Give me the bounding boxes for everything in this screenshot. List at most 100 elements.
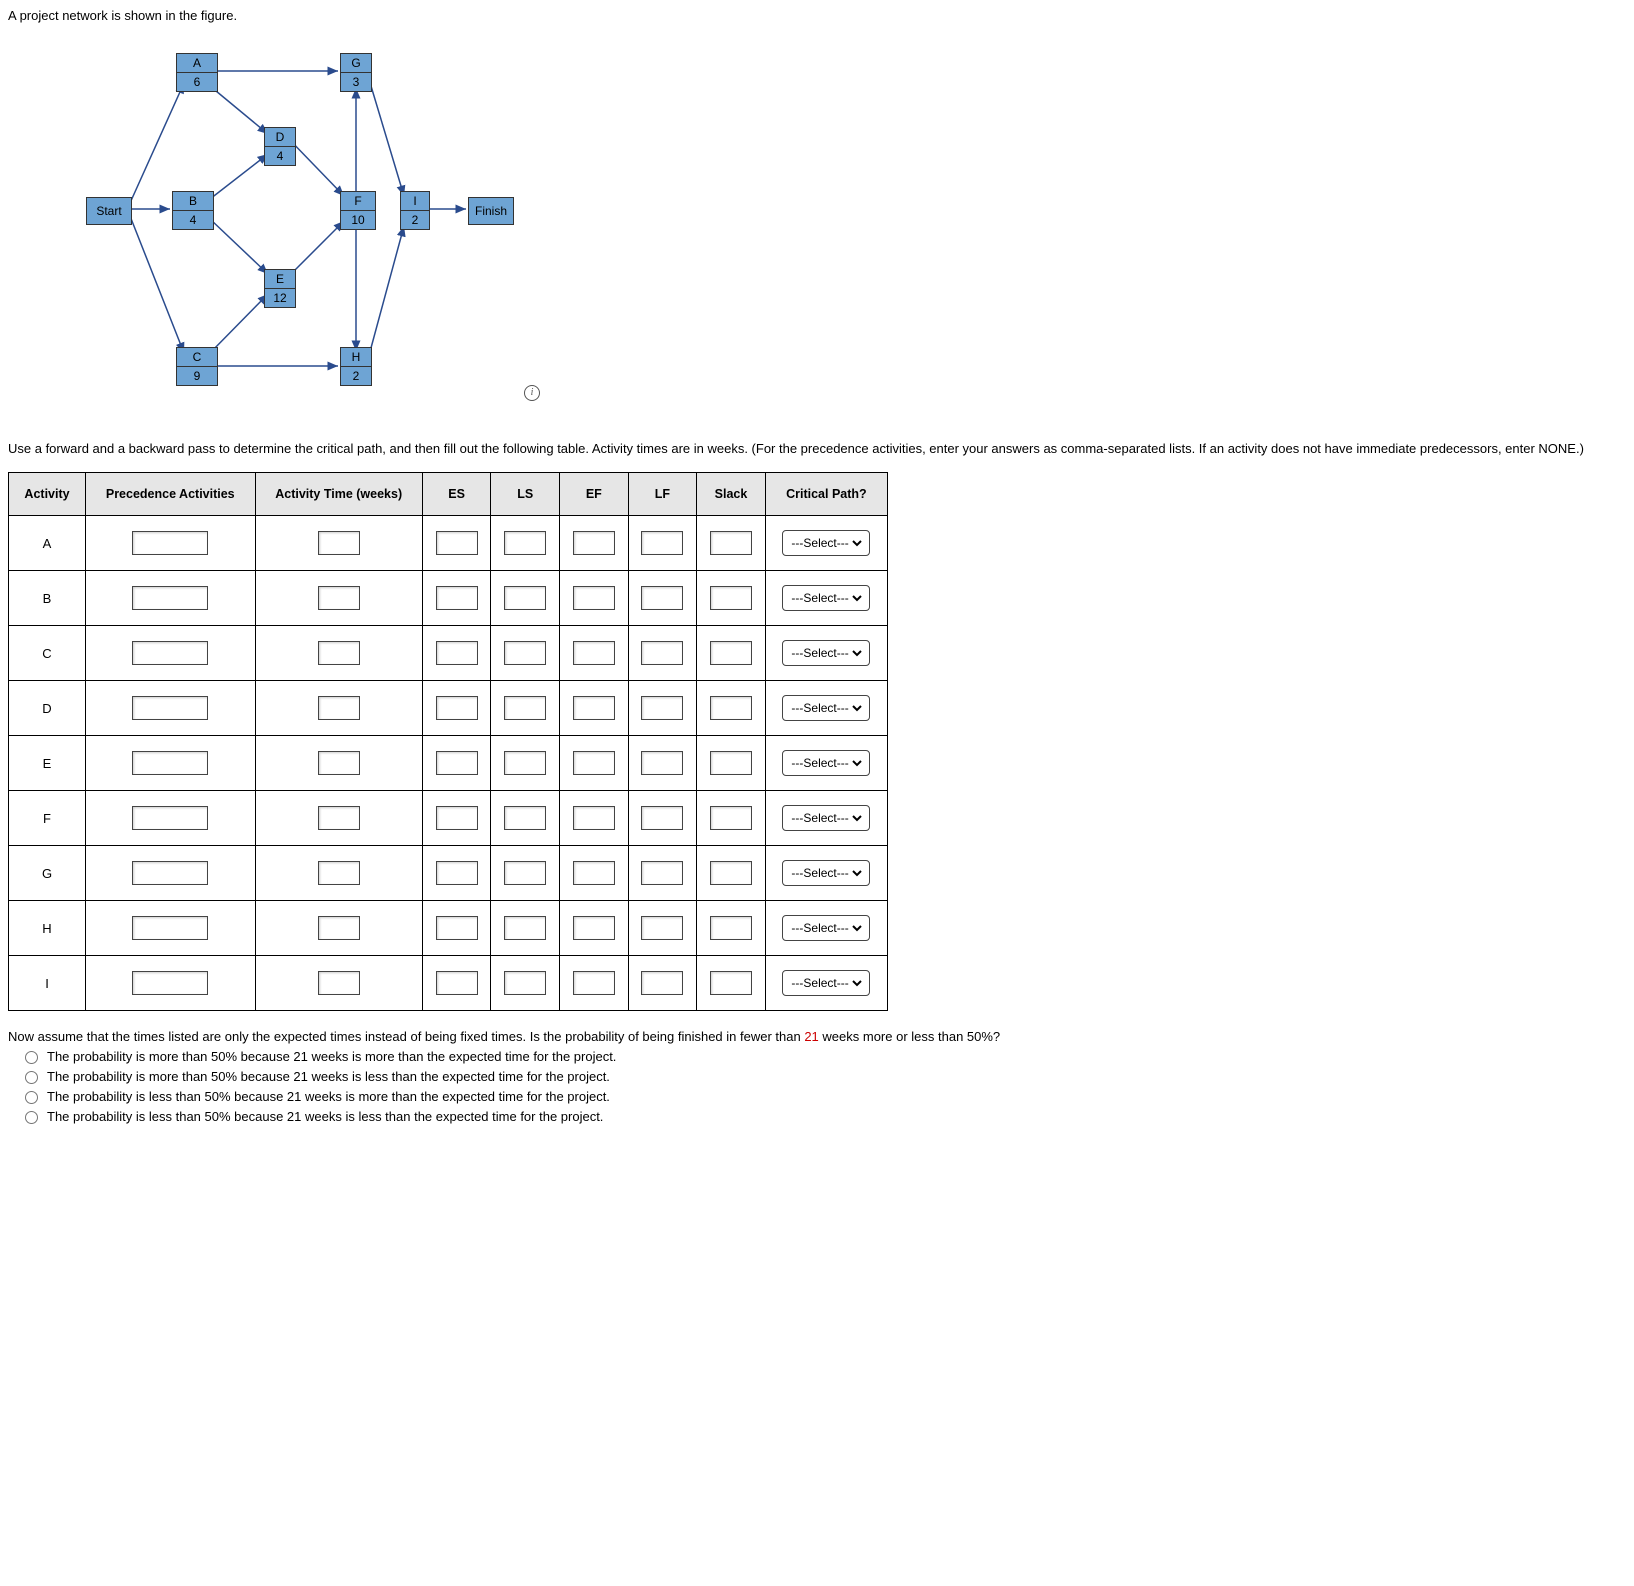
slack-input[interactable] <box>710 641 752 665</box>
time-input[interactable] <box>318 916 360 940</box>
ef-input[interactable] <box>573 696 615 720</box>
critical-path-select[interactable]: ---Select--- <box>787 590 865 606</box>
time-input[interactable] <box>318 641 360 665</box>
lf-input[interactable] <box>641 916 683 940</box>
ls-input[interactable] <box>504 806 546 830</box>
es-input[interactable] <box>436 916 478 940</box>
node-E: E 12 <box>264 269 296 308</box>
es-input[interactable] <box>436 696 478 720</box>
ef-input[interactable] <box>573 861 615 885</box>
time-input[interactable] <box>318 806 360 830</box>
lf-input[interactable] <box>641 751 683 775</box>
node-C: C 9 <box>176 347 218 386</box>
lf-input[interactable] <box>641 586 683 610</box>
critical-path-select[interactable]: ---Select--- <box>787 755 865 771</box>
slack-input[interactable] <box>710 696 752 720</box>
ef-input[interactable] <box>573 916 615 940</box>
ls-input[interactable] <box>504 586 546 610</box>
cell-time <box>255 736 422 791</box>
lf-input[interactable] <box>641 971 683 995</box>
cell-ls <box>491 791 560 846</box>
cell-es <box>422 736 491 791</box>
precedence-input[interactable] <box>132 751 208 775</box>
precedence-input[interactable] <box>132 586 208 610</box>
precedence-input[interactable] <box>132 641 208 665</box>
time-input[interactable] <box>318 751 360 775</box>
slack-input[interactable] <box>710 806 752 830</box>
ls-input[interactable] <box>504 696 546 720</box>
node-D: D 4 <box>264 127 296 166</box>
precedence-input[interactable] <box>132 806 208 830</box>
cell-time <box>255 901 422 956</box>
precedence-input[interactable] <box>132 696 208 720</box>
time-input[interactable] <box>318 696 360 720</box>
ls-input[interactable] <box>504 531 546 555</box>
cell-activity: D <box>9 681 86 736</box>
radio-input[interactable] <box>25 1091 38 1104</box>
precedence-input[interactable] <box>132 916 208 940</box>
cell-es <box>422 791 491 846</box>
radio-input[interactable] <box>25 1051 38 1064</box>
critical-path-select[interactable]: ---Select--- <box>787 975 865 991</box>
ef-input[interactable] <box>573 641 615 665</box>
slack-input[interactable] <box>710 751 752 775</box>
table-row: D ---Select--- <box>9 681 888 736</box>
ef-input[interactable] <box>573 586 615 610</box>
critical-path-select[interactable]: ---Select--- <box>787 700 865 716</box>
slack-input[interactable] <box>710 531 752 555</box>
slack-input[interactable] <box>710 916 752 940</box>
ef-input[interactable] <box>573 971 615 995</box>
critical-path-select[interactable]: ---Select--- <box>787 810 865 826</box>
th-lf: LF <box>628 473 697 516</box>
ef-input[interactable] <box>573 531 615 555</box>
es-input[interactable] <box>436 806 478 830</box>
th-ef: EF <box>560 473 629 516</box>
es-input[interactable] <box>436 641 478 665</box>
es-input[interactable] <box>436 751 478 775</box>
lf-input[interactable] <box>641 806 683 830</box>
lf-input[interactable] <box>641 531 683 555</box>
ls-input[interactable] <box>504 861 546 885</box>
node-label: E <box>265 270 295 288</box>
critical-path-select[interactable]: ---Select--- <box>787 920 865 936</box>
time-input[interactable] <box>318 971 360 995</box>
ls-input[interactable] <box>504 751 546 775</box>
es-input[interactable] <box>436 531 478 555</box>
cell-precedence <box>86 901 256 956</box>
es-input[interactable] <box>436 971 478 995</box>
es-input[interactable] <box>436 586 478 610</box>
slack-input[interactable] <box>710 861 752 885</box>
time-input[interactable] <box>318 861 360 885</box>
es-input[interactable] <box>436 861 478 885</box>
lf-input[interactable] <box>641 696 683 720</box>
critical-path-select[interactable]: ---Select--- <box>787 645 865 661</box>
ef-input[interactable] <box>573 806 615 830</box>
time-input[interactable] <box>318 586 360 610</box>
precedence-input[interactable] <box>132 531 208 555</box>
slack-input[interactable] <box>710 586 752 610</box>
radio-input[interactable] <box>25 1071 38 1084</box>
intro-text: A project network is shown in the figure… <box>8 8 1626 23</box>
lf-input[interactable] <box>641 861 683 885</box>
ls-input[interactable] <box>504 971 546 995</box>
table-row: C---Select--- <box>9 626 888 681</box>
ls-input[interactable] <box>504 916 546 940</box>
lf-input[interactable] <box>641 641 683 665</box>
precedence-input[interactable] <box>132 971 208 995</box>
cell-ef <box>560 571 629 626</box>
precedence-input[interactable] <box>132 861 208 885</box>
cell-ef <box>560 956 629 1011</box>
radio-input[interactable] <box>25 1111 38 1124</box>
cell-slack <box>697 516 766 571</box>
cell-lf <box>628 571 697 626</box>
ef-input[interactable] <box>573 751 615 775</box>
info-icon[interactable]: i <box>524 385 540 401</box>
slack-input[interactable] <box>710 971 752 995</box>
time-input[interactable] <box>318 531 360 555</box>
critical-path-select[interactable]: ---Select--- <box>787 535 865 551</box>
th-crit: Critical Path? <box>765 473 887 516</box>
critical-path-select[interactable]: ---Select--- <box>787 865 865 881</box>
cell-activity: H <box>9 901 86 956</box>
node-label: G <box>341 54 371 72</box>
ls-input[interactable] <box>504 641 546 665</box>
